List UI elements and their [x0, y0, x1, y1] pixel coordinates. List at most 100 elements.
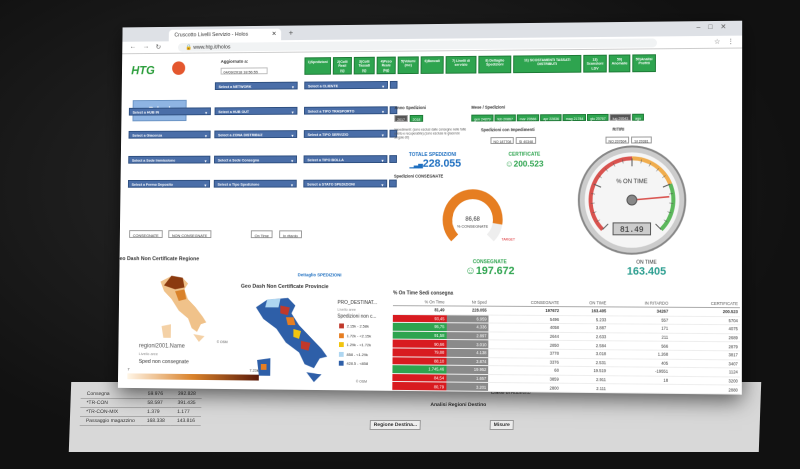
italy-region-map[interactable]	[154, 274, 211, 347]
legend-title: PRO_DESTINAT...	[337, 299, 378, 307]
filter-select[interactable]: Select a Tipo Spedizione	[213, 179, 297, 188]
nav-item-7[interactable]: 8) Dettaglio Spedizioni	[478, 55, 512, 74]
dettaglio-link[interactable]: Dettaglio SPEDIZIONI	[298, 272, 342, 277]
ghost-cell: 1.379	[140, 407, 172, 417]
browser-window: Cruscotto Livelli Servizio - Holos ✕ + –…	[117, 20, 743, 395]
filter-chip[interactable]: apr 22836	[540, 114, 562, 122]
italy-province-map[interactable]	[247, 296, 333, 387]
logo: HTG	[131, 63, 155, 78]
legend-sub2: Spedizioni non c...	[337, 313, 377, 320]
filter-chip[interactable]: SI 40348	[516, 136, 536, 144]
filter-select[interactable]: Select a STATO SPEDIZIONI	[303, 179, 388, 188]
gauge-hub	[627, 195, 637, 205]
livello-label: Livello aree	[138, 351, 158, 357]
new-tab-icon[interactable]: +	[289, 28, 293, 37]
filter-select[interactable]: Select a NETWORK	[214, 81, 298, 91]
window-controls[interactable]: –□✕	[697, 23, 735, 31]
ghost-row: *TR-CON-MIX 1.379 1.177	[80, 407, 202, 417]
osm-credit-left: © OSM	[216, 340, 228, 345]
filter-select[interactable]: Select a TIPO BOLLA	[303, 155, 388, 164]
osm-credit-center: © OSM	[355, 379, 367, 384]
filter-chip[interactable]: lug 29543	[609, 113, 632, 121]
on-time-button[interactable]: On Time	[250, 230, 273, 239]
filter-select[interactable]: Select a HUB OUT	[214, 106, 298, 116]
mese-label: Mese / Spedizioni	[471, 104, 506, 110]
filter-select[interactable]: Select a CLIENTE	[304, 80, 388, 90]
filter-chip[interactable]: feb 20867	[494, 114, 516, 122]
menu-icon[interactable]: ⋮	[727, 38, 734, 46]
filter-select[interactable]: Select a Giacenza	[128, 130, 211, 139]
ghost-row: Passaggio magazzino 168.338 143.816	[79, 416, 202, 426]
nav-item-4[interactable]: 5)Volumi (mc)	[397, 56, 419, 75]
scale-min: 7	[127, 366, 130, 372]
nav-item-5[interactable]: 6)Bancali	[420, 56, 444, 74]
non-consegnate-button[interactable]: NON CONSEGNATE	[168, 230, 212, 239]
filter-chip[interactable]: 2017	[394, 115, 408, 122]
map-center-title: Geo Dash Non Certificate Provincie	[240, 283, 329, 291]
filter-clear-icon[interactable]	[389, 179, 397, 188]
total-cell: 81,49	[392, 305, 447, 315]
gauge-value: 81.49	[620, 226, 644, 235]
legend-item[interactable]: 2.15k - 2.58k	[339, 323, 371, 329]
nav-item-1[interactable]: 2)Colli Reali (q)	[332, 56, 352, 75]
filter-select[interactable]: Select a TIPO TRASPORTO	[303, 106, 388, 115]
nav-item-3[interactable]: 4)Peso Reale (kg)	[376, 56, 396, 75]
filter-select[interactable]: Select a ZONA DISTRIBUZ	[214, 130, 298, 139]
refresh-icon[interactable]: ↻	[156, 43, 162, 51]
ghost-row: Consegna 59.976 392.828	[80, 390, 203, 399]
nav-item-6[interactable]: 7) Livelli di servizio	[445, 55, 477, 74]
legend-item[interactable]: 858 - <1.29k	[338, 351, 371, 357]
bookmark-star-icon[interactable]: ☆	[714, 38, 720, 46]
nav-item-9[interactable]: 13) Scansioni LDV	[583, 54, 607, 73]
table-cell: 2800	[488, 382, 561, 393]
filter-chip[interactable]: gen 24879	[471, 114, 494, 122]
in-ritardo-button[interactable]: In ritardo	[279, 230, 302, 239]
filter-chip[interactable]: mar 23566	[516, 114, 540, 122]
on-time-value: 163.405	[626, 265, 667, 278]
nav-item-10[interactable]: 50) Anomalie	[608, 54, 631, 73]
filter-select[interactable]: Select a Sede Immissione	[128, 155, 211, 164]
certificate-label: CERTIFICATE	[508, 151, 541, 158]
filter-chip[interactable]: mag 21784	[562, 114, 587, 122]
legend-label: 1.29k - <1.72k	[346, 342, 372, 348]
filter-chip[interactable]: ago	[632, 113, 644, 121]
legend-item[interactable]: 428.5 - <858	[338, 360, 371, 366]
donut-value: 86,68	[465, 217, 480, 223]
legend-item[interactable]: 1.29k - <1.72k	[338, 342, 372, 348]
legend-swatch	[339, 332, 344, 338]
map-legend: 2.15k - 2.58k 1.72k - <2.15k 1.29k - <1.72…	[338, 323, 372, 370]
totale-value: ▁▃▅228.055	[404, 158, 468, 170]
table-cell: 3.201	[445, 382, 489, 392]
nav-item-2[interactable]: 3)Colli Tassati (q)	[353, 56, 375, 75]
gauge-chart: % ON TIME 81.49	[576, 143, 690, 258]
nav-item-0[interactable]: 1)Spedizioni	[304, 57, 332, 75]
nav-item-11[interactable]: 50)Analisi Profitti	[632, 54, 656, 73]
table-title: % On Time Sedi consegna	[393, 290, 454, 297]
filter-select[interactable]: Select a Fermo Deposito	[127, 179, 211, 188]
ghost-table: Consegna 59.976 392.828 *TR-CON 58.597 391.43…	[79, 390, 203, 426]
legend-swatch	[338, 351, 344, 357]
filter-clear-icon[interactable]	[389, 80, 398, 89]
color-scale	[127, 373, 259, 381]
filter-chip[interactable]: NO 187708	[490, 137, 515, 145]
ghost-regione[interactable]: Regione Destina...	[369, 420, 422, 430]
ghost-misure[interactable]: Misure	[489, 420, 515, 430]
ghost-cell: 391.435	[171, 398, 202, 408]
nav-item-8[interactable]: 11) SCOSTAMENTI TASSATI DISTRIBUTI	[513, 54, 582, 74]
filter-chip[interactable]: 2018	[409, 114, 424, 122]
ghost-cell: 143.816	[170, 416, 202, 426]
filter-select[interactable]: Select a TIPO SERVIZIO	[303, 129, 388, 138]
filter-chip[interactable]: giu 25767	[587, 113, 609, 121]
legend-item[interactable]: 1.72k - <2.15k	[339, 332, 371, 338]
filter-clear-icon[interactable]	[389, 155, 397, 163]
close-tab-icon[interactable]: ✕	[272, 31, 277, 38]
total-cell: 163.405	[561, 306, 609, 316]
legend-label: 2.15k - 2.58k	[346, 323, 369, 329]
runner-logo-icon	[172, 61, 186, 75]
filter-select[interactable]: Select a HUB IN	[128, 107, 211, 116]
forward-icon[interactable]: →	[143, 43, 150, 50]
filter-select[interactable]: Select a Sede Consegna	[214, 155, 297, 164]
back-icon[interactable]: ←	[130, 44, 137, 51]
consegnate-button[interactable]: CONSEGNATE	[129, 230, 163, 238]
table-cell	[607, 384, 671, 394]
